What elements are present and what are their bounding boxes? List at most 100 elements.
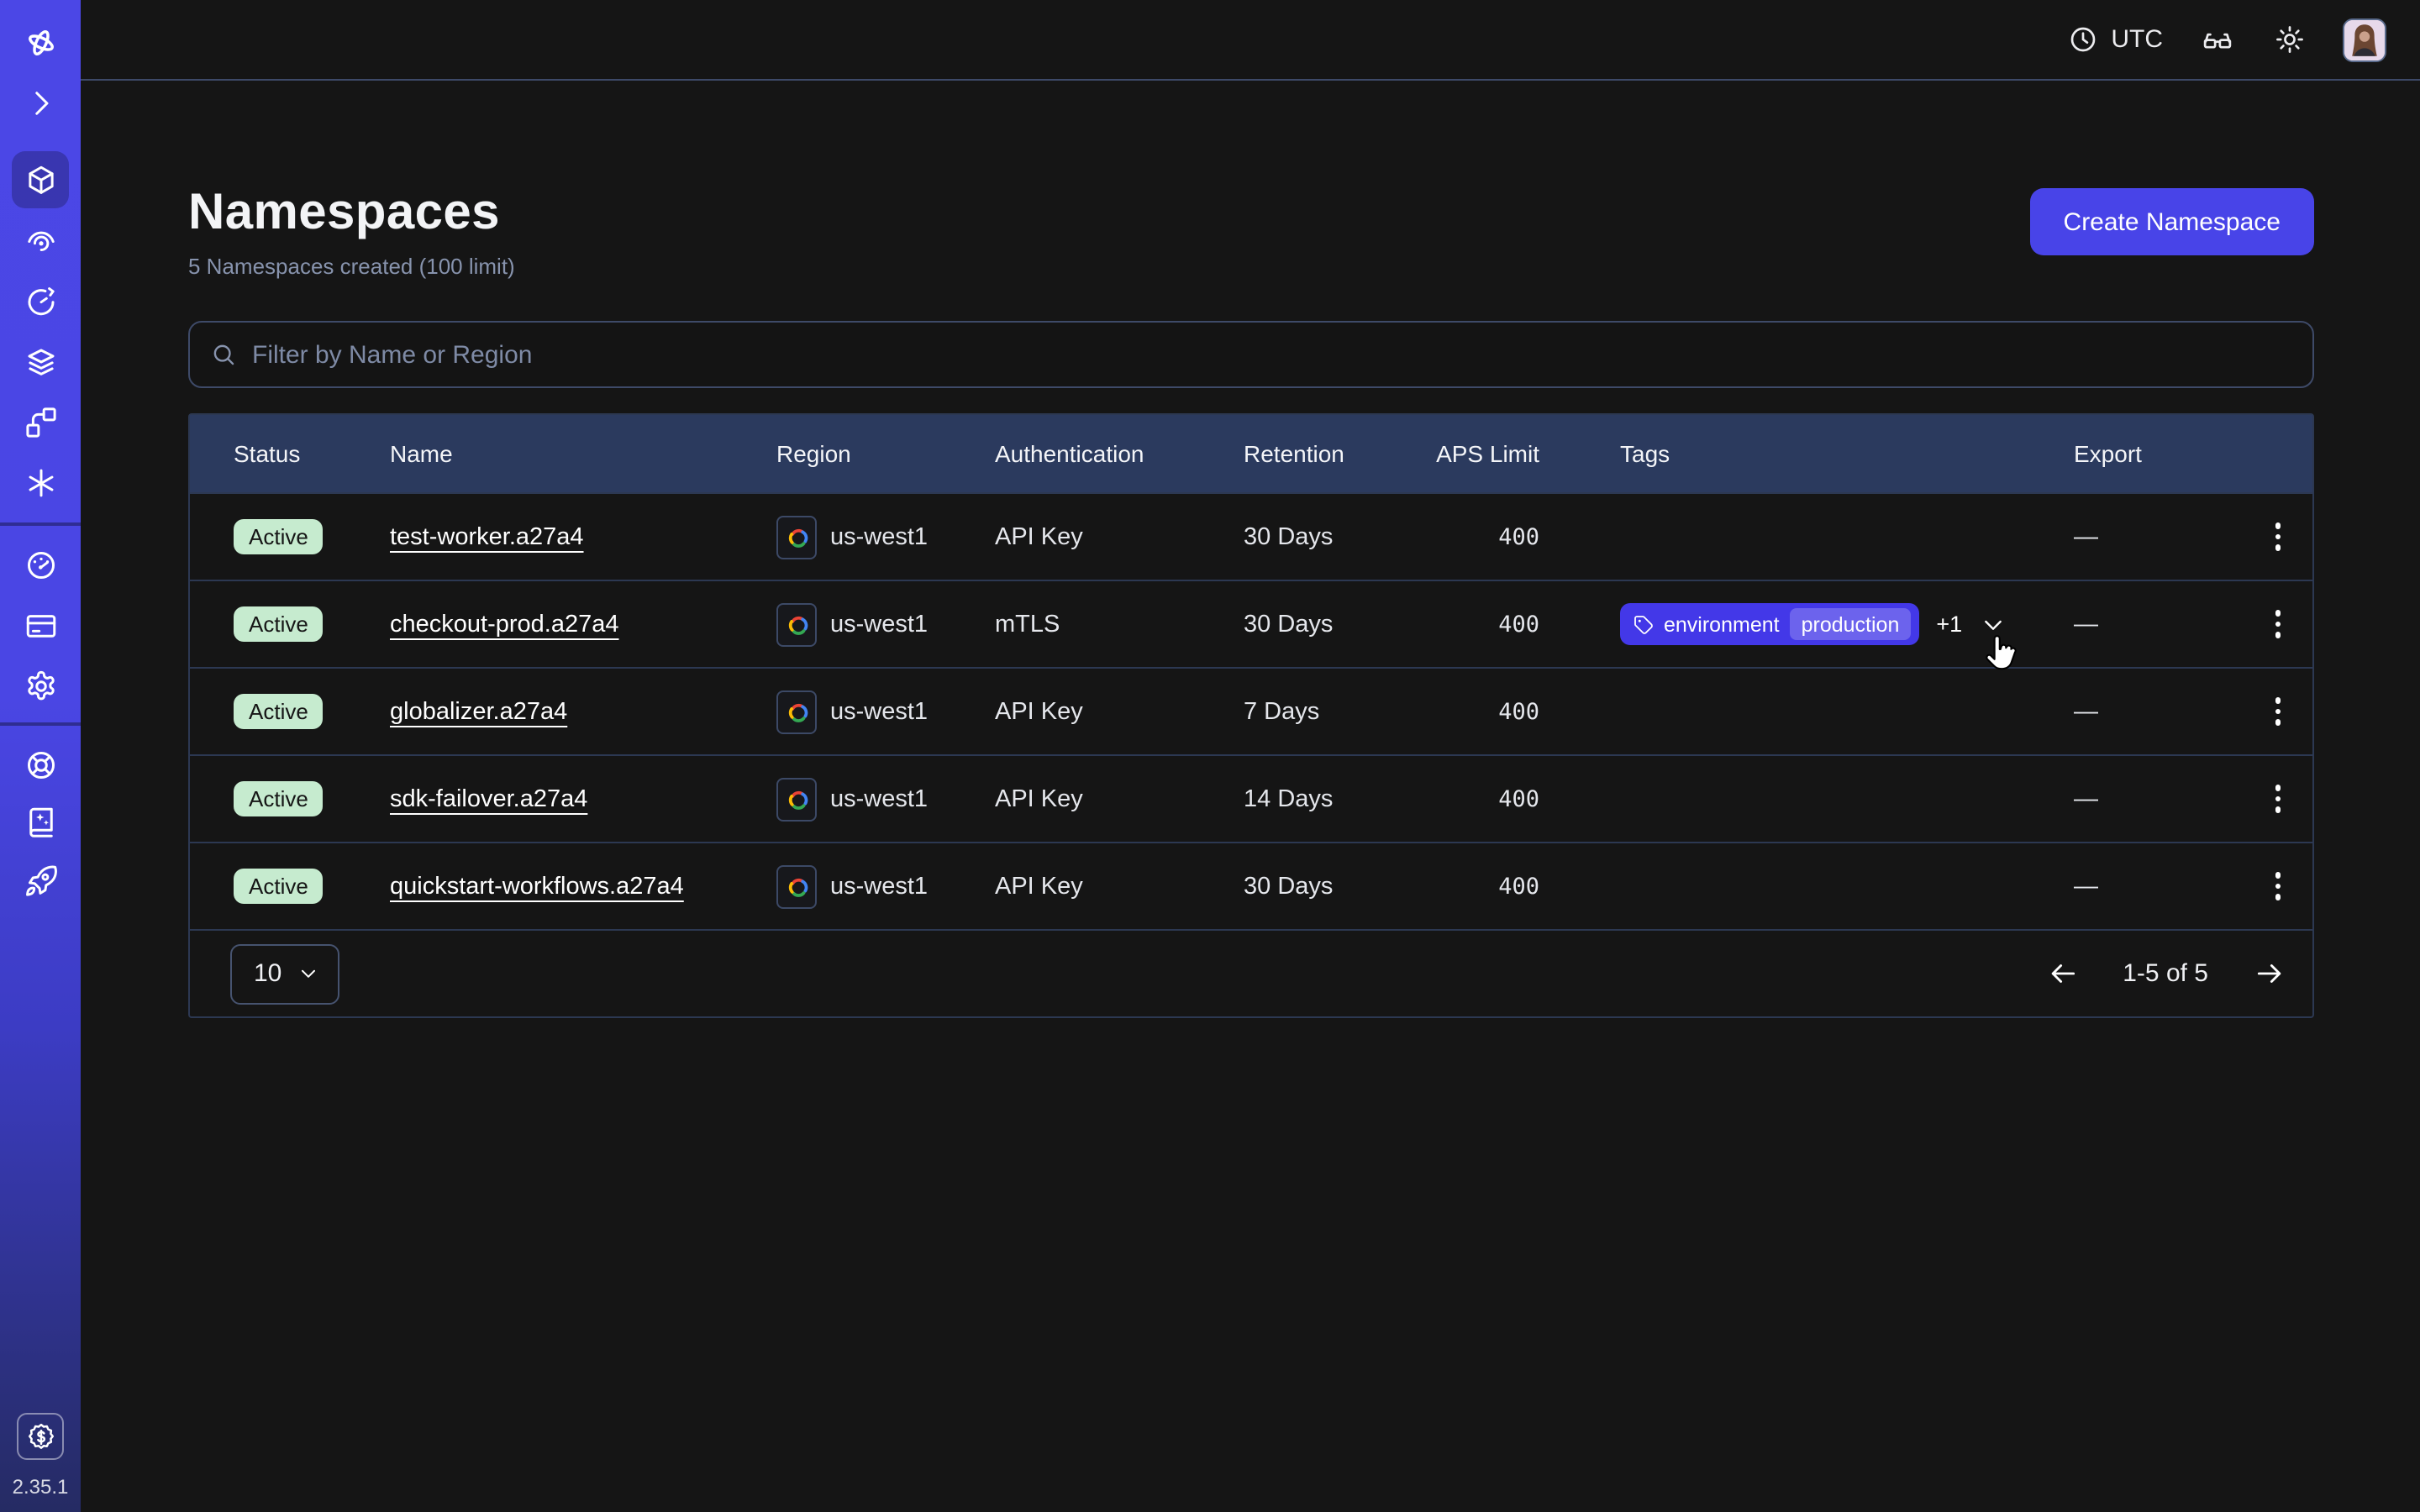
app-window: 2.35.1 UTC Namespaces 5 Namespaces creat… bbox=[0, 0, 2420, 1512]
page-subtitle: 5 Namespaces created (100 limit) bbox=[188, 254, 515, 279]
tag-chip[interactable]: environment production bbox=[1620, 603, 1919, 645]
row-menu-button[interactable] bbox=[2253, 774, 2303, 824]
retention-value: 30 Days bbox=[1244, 873, 1434, 900]
sidebar-item-docs[interactable] bbox=[12, 793, 69, 850]
export-value: — bbox=[2074, 698, 2244, 725]
page-size-select[interactable]: 10 bbox=[230, 943, 339, 1004]
pagination-bar: 10 1-5 of 5 bbox=[190, 929, 2312, 1016]
chevron-down-icon bbox=[297, 963, 318, 984]
sidebar-item-getting-started[interactable] bbox=[12, 852, 69, 909]
credits-button[interactable] bbox=[17, 1413, 64, 1460]
aps-limit-value: 400 bbox=[1434, 698, 1620, 725]
sidebar-item-namespaces[interactable] bbox=[12, 151, 69, 208]
book-sparkle-icon bbox=[23, 804, 58, 839]
cube-icon bbox=[23, 162, 58, 197]
timezone-selector[interactable]: UTC bbox=[2067, 24, 2163, 55]
gcp-region-icon bbox=[776, 602, 817, 646]
region-label: us-west1 bbox=[830, 698, 928, 725]
namespace-link[interactable]: sdk-failover.a27a4 bbox=[390, 785, 587, 812]
table-row: Active sdk-failover.a27a4 us-west1 API K… bbox=[190, 754, 2312, 842]
sidebar: 2.35.1 bbox=[0, 0, 81, 1512]
layers-icon bbox=[23, 344, 58, 379]
tags-more-count[interactable]: +1 bbox=[1936, 612, 1962, 637]
auth-value: mTLS bbox=[995, 611, 1244, 638]
tag-value: production bbox=[1790, 608, 1912, 640]
status-badge: Active bbox=[234, 606, 324, 642]
version-label: 2.35.1 bbox=[0, 1475, 81, 1499]
branch-nodes-icon bbox=[23, 404, 58, 439]
table-row: Active checkout-prod.a27a4 us-west1 mTLS… bbox=[190, 580, 2312, 667]
topbar: UTC bbox=[81, 0, 2420, 81]
status-badge: Active bbox=[234, 519, 324, 554]
row-menu-button[interactable] bbox=[2253, 599, 2303, 649]
sidebar-item-support[interactable] bbox=[12, 736, 69, 793]
next-page-button[interactable] bbox=[2249, 953, 2289, 994]
sun-icon bbox=[2273, 24, 2305, 55]
namespace-link[interactable]: quickstart-workflows.a27a4 bbox=[390, 873, 684, 900]
retention-value: 30 Days bbox=[1244, 523, 1434, 550]
export-value: — bbox=[2074, 611, 2244, 638]
col-status: Status bbox=[234, 440, 390, 467]
temporal-logo-icon[interactable] bbox=[12, 13, 69, 71]
export-value: — bbox=[2074, 523, 2244, 550]
tags-expand-button[interactable] bbox=[1979, 611, 2006, 638]
status-badge: Active bbox=[234, 694, 324, 729]
gauge-icon bbox=[23, 547, 58, 582]
auth-value: API Key bbox=[995, 523, 1244, 550]
timezone-label: UTC bbox=[2111, 25, 2163, 54]
sidebar-item-schedules[interactable] bbox=[12, 272, 69, 329]
table-row: Active test-worker.a27a4 us-west1 API Ke… bbox=[190, 492, 2312, 580]
sidebar-divider bbox=[0, 522, 81, 526]
gear-icon bbox=[23, 668, 58, 703]
timer-icon bbox=[23, 283, 58, 318]
user-avatar[interactable] bbox=[2343, 18, 2386, 61]
aps-limit-value: 400 bbox=[1434, 611, 1620, 638]
sidebar-item-batch-operations[interactable] bbox=[12, 393, 69, 450]
reader-mode-button[interactable] bbox=[2198, 21, 2235, 58]
gcp-region-icon bbox=[776, 690, 817, 733]
namespace-link[interactable]: test-worker.a27a4 bbox=[390, 523, 584, 550]
row-menu-button[interactable] bbox=[2253, 512, 2303, 562]
col-tags: Tags bbox=[1620, 440, 2074, 467]
namespace-link[interactable]: globalizer.a27a4 bbox=[390, 698, 567, 725]
filter-input[interactable] bbox=[252, 340, 2292, 369]
tag-key: environment bbox=[1664, 612, 1780, 636]
main-content: Namespaces 5 Namespaces created (100 lim… bbox=[81, 81, 2420, 1512]
auth-value: API Key bbox=[995, 873, 1244, 900]
sidebar-item-nexus[interactable] bbox=[12, 454, 69, 511]
sidebar-item-usage[interactable] bbox=[12, 536, 69, 593]
region-label: us-west1 bbox=[830, 785, 928, 812]
auth-value: API Key bbox=[995, 785, 1244, 812]
theme-toggle-button[interactable] bbox=[2270, 21, 2307, 58]
arrow-left-icon bbox=[2046, 958, 2078, 990]
sidebar-expand-chevron-icon[interactable] bbox=[12, 74, 69, 131]
sidebar-item-insights[interactable] bbox=[12, 212, 69, 269]
table-row: Active globalizer.a27a4 us-west1 API Key… bbox=[190, 667, 2312, 754]
tags-cell: environment production +1 bbox=[1620, 603, 2074, 645]
sidebar-item-billing[interactable] bbox=[12, 596, 69, 654]
col-name: Name bbox=[390, 440, 776, 467]
row-menu-button[interactable] bbox=[2253, 861, 2303, 911]
prev-page-button[interactable] bbox=[2042, 953, 2082, 994]
col-export: Export bbox=[2074, 440, 2244, 467]
arrow-right-icon bbox=[2253, 958, 2285, 990]
col-retention: Retention bbox=[1244, 440, 1434, 467]
row-menu-button[interactable] bbox=[2253, 686, 2303, 737]
aps-limit-value: 400 bbox=[1434, 873, 1620, 900]
status-badge: Active bbox=[234, 869, 324, 904]
region-label: us-west1 bbox=[830, 873, 928, 900]
namespace-link[interactable]: checkout-prod.a27a4 bbox=[390, 611, 619, 638]
page-title: Namespaces bbox=[188, 185, 515, 242]
rocket-icon bbox=[23, 863, 58, 898]
spiral-eye-icon bbox=[23, 223, 58, 258]
table-header-row: Status Name Region Authentication Retent… bbox=[190, 415, 2312, 492]
retention-value: 30 Days bbox=[1244, 611, 1434, 638]
aps-limit-value: 400 bbox=[1434, 523, 1620, 550]
sidebar-item-deployments[interactable] bbox=[12, 333, 69, 390]
chevron-down-icon bbox=[1979, 611, 2006, 638]
sidebar-item-settings[interactable] bbox=[12, 657, 69, 714]
create-namespace-button[interactable]: Create Namespace bbox=[2030, 188, 2314, 255]
glasses-icon bbox=[2201, 24, 2233, 55]
dollar-badge-icon bbox=[24, 1420, 56, 1452]
page-range-label: 1-5 of 5 bbox=[2123, 959, 2208, 988]
